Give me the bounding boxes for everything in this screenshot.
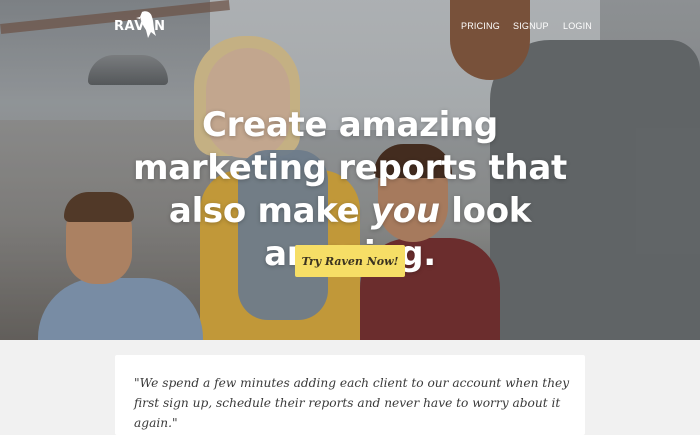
nav-signup[interactable]: SIGNUP [513, 21, 549, 31]
testimonial-card: "We spend a few minutes adding each clie… [115, 355, 585, 435]
headline-emphasis: you [370, 191, 440, 231]
hero-section: RAVEN PRICING SIGNUP LOGIN Create amazin… [0, 0, 700, 340]
try-raven-button[interactable]: Try Raven Now! [295, 245, 405, 277]
nav-pricing[interactable]: PRICING [461, 21, 500, 31]
raven-logo[interactable]: RAVEN [114, 10, 165, 40]
nav-login[interactable]: LOGIN [563, 21, 592, 31]
testimonial-quote: "We spend a few minutes adding each clie… [134, 376, 570, 430]
raven-bird-icon [136, 11, 156, 38]
